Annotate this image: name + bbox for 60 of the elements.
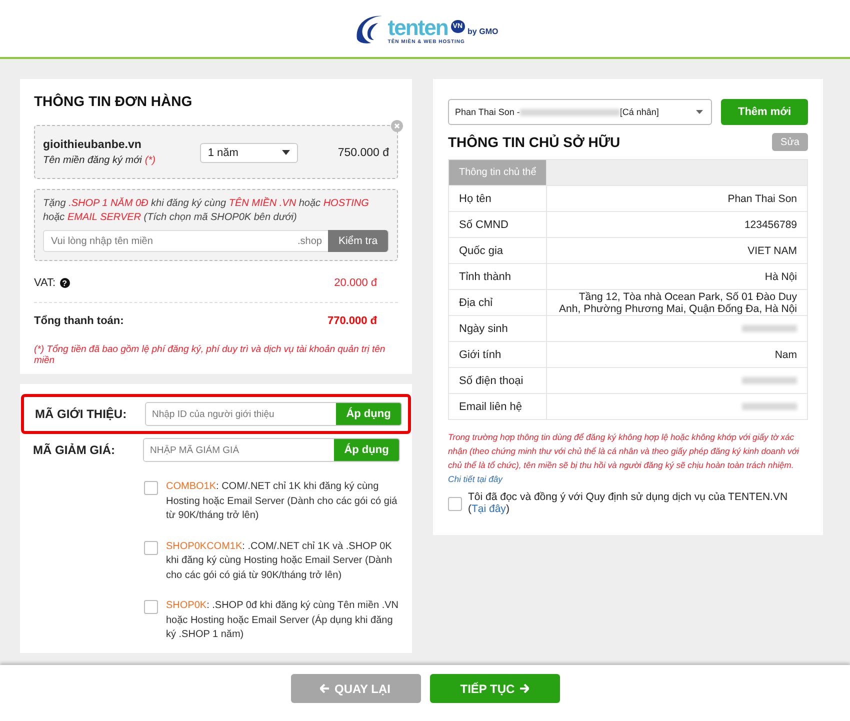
- domain-name: gioithieubanbe.vn: [43, 139, 142, 151]
- table-cell: Email liên hệ: [448, 394, 547, 420]
- table-cell: Tầng 12, Tòa nhà Ocean Park, Số 01 Đào Duy Anh, Phường Phương Mai, Quận Đống Đa, Hà Nội: [546, 290, 808, 316]
- check-button[interactable]: Kiểm tra: [328, 230, 388, 252]
- coupon-description: SHOP0KCOM1K: .COM/.NET chỉ 1K và .SHOP 0K khi đăng ký cùng Hosting hoặc Email Server (Dành cho các gói có giá từ 90K/tháng trở lên): [166, 540, 394, 582]
- required-mark: (*): [144, 155, 156, 166]
- vat-label: VAT:: [34, 277, 56, 289]
- period-select[interactable]: 1 năm: [200, 142, 298, 162]
- total-amount: 770.000 đ: [327, 315, 377, 327]
- warning-text: Trong trường hợp thông tin dùng để đăng ký không hợp lệ hoặc không khớp với giấy tờ xác nhận (theo chứng minh thư với chủ thể là cá nhân và theo giấy phép đăng ký kinh doanh với chủ thể là tổ chức), tên miền sẽ bị thu hồi và người đăng ký sẽ chịu hoàn toàn trách nhiệm. Chi tiết tại đây: [448, 431, 800, 486]
- domain-suffix: .shop: [298, 236, 322, 246]
- coupon-description: SHOP0K: .SHOP 0đ khi đăng ký cùng Tên miền .VN hoặc Hosting hoặc Email Server (Áp dụng khi đăng ký .SHOP 1 năm): [166, 599, 400, 642]
- apply-button[interactable]: Áp dụng: [336, 403, 401, 425]
- checkbox[interactable]: [144, 481, 158, 495]
- edit-button[interactable]: Sửa: [772, 133, 808, 151]
- logo-byline: by GMO: [468, 26, 498, 36]
- table-cell: Quốc gia: [448, 238, 547, 264]
- back-button[interactable]: QUAY LẠI: [290, 674, 420, 703]
- table-cell: VIET NAM: [546, 238, 808, 264]
- footnote: (*) Tổng tiền đã bao gồm lệ phí đăng ký, phí duy trì và dịch vụ tài khoản quản trị tên miền: [34, 344, 386, 366]
- caret-icon: [282, 150, 290, 155]
- table-cell: 123456789: [546, 212, 808, 238]
- owner-select[interactable]: Phan Thai Son - [Cá nhân]: [448, 99, 712, 125]
- table-cell: Nam: [546, 342, 808, 368]
- table-header: Thông tin chủ thể: [448, 160, 547, 186]
- arrow-right-icon: [520, 684, 529, 693]
- table-cell: Số điện thoại: [448, 368, 547, 394]
- checkbox[interactable]: [448, 496, 462, 510]
- continue-button[interactable]: TIẾP TỤC: [430, 674, 560, 703]
- logo-wordmark: tenten: [388, 16, 448, 38]
- code-field[interactable]: Nhập ID của người giới thiệu Áp dụng: [145, 402, 402, 426]
- item-price: 750.000 đ: [338, 146, 389, 158]
- terms-link[interactable]: Tại đây: [472, 503, 506, 515]
- add-new-button[interactable]: Thêm mới: [721, 99, 808, 125]
- section-title: THÔNG TIN CHỦ SỞ HỮU: [448, 134, 620, 150]
- domain-note: Tên miền đăng ký mới: [43, 155, 142, 166]
- table-cell: Số CMND: [448, 212, 547, 238]
- table-cell: Phan Thai Son: [546, 186, 808, 212]
- vat-amount: 20.000 đ: [334, 277, 377, 289]
- table-cell: Hà Nội: [546, 264, 808, 290]
- code-label: MÃ GIẢM GIÁ:: [33, 443, 116, 457]
- details-link[interactable]: Chi tiết tại đây: [448, 474, 502, 484]
- total-label: Tổng thanh toán:: [34, 315, 124, 327]
- arrow-left-icon: [320, 684, 330, 693]
- agreement-text: Tôi đã đọc và đồng ý với Quy định sử dụng dịch vụ của TENTEN.VN (Tại đây): [468, 491, 789, 515]
- section-title: THÔNG TIN ĐƠN HÀNG: [34, 93, 194, 109]
- checkbox[interactable]: [144, 600, 158, 614]
- table-cell: Giới tính: [448, 342, 547, 368]
- caret-icon: [696, 110, 703, 114]
- apply-button[interactable]: Áp dụng: [334, 439, 399, 461]
- table-cell: Tỉnh thành: [448, 264, 547, 290]
- table-cell: Họ tên: [448, 186, 547, 212]
- code-label: MÃ GIỚI THIỆU:: [35, 407, 128, 421]
- help-icon: ?: [60, 278, 70, 288]
- domain-field[interactable]: Vui lòng nhập tên miền .shop Kiểm tra: [43, 230, 389, 252]
- table-cell: Địa chỉ: [448, 290, 547, 316]
- promo-text: Tặng .SHOP 1 NĂM 0Đ khi đăng ký cùng TÊN MIỀN .VN hoặc HOSTING hoặc EMAIL SERVER (Tích chọn mã SHOP0K bên dưới): [43, 197, 370, 225]
- coupon-description: COMBO1K: COM/.NET chỉ 1K khi đăng ký cùng Hosting hoặc Email Server (Dành cho các gói có giá từ 90K/tháng trở lên): [166, 480, 398, 523]
- checkbox[interactable]: [144, 540, 158, 554]
- table-cell: Ngày sinh: [448, 316, 547, 342]
